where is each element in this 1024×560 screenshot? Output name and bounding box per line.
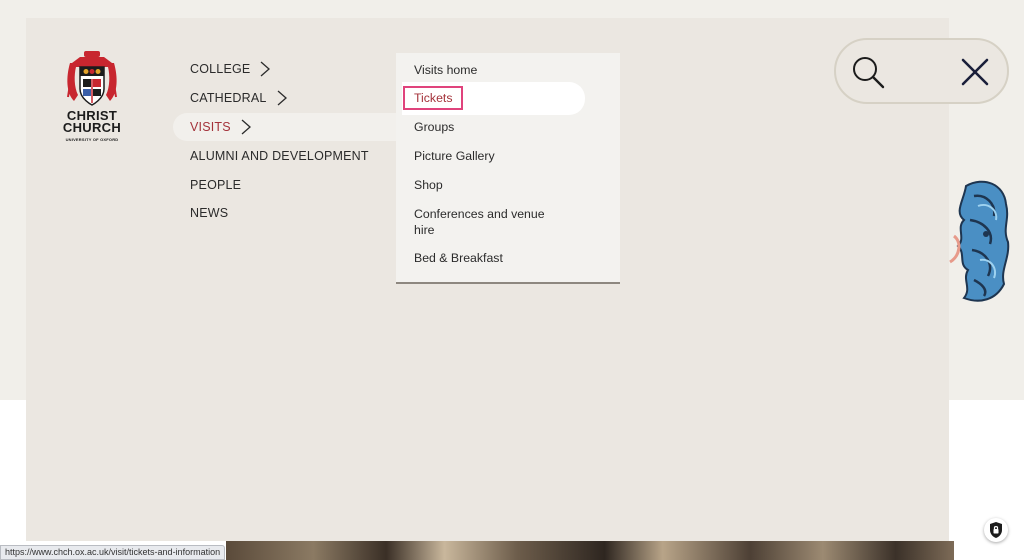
nav-item-alumni-and-development[interactable]: ALUMNI AND DEVELOPMENT xyxy=(173,141,405,170)
logo-wordmark: CHRIST CHURCH xyxy=(58,109,126,135)
submenu-item-conferences-and-venue-hire[interactable]: Conferences and venue hire xyxy=(414,206,564,238)
nav-item-label: CATHEDRAL xyxy=(190,91,267,106)
search-icon[interactable] xyxy=(850,54,886,90)
submenu-item-groups[interactable]: Groups xyxy=(414,119,454,135)
nav-item-news[interactable]: NEWS xyxy=(173,199,405,228)
status-bar-url: https://www.chch.ox.ac.uk/visit/tickets-… xyxy=(0,545,226,560)
hero-photo-strip xyxy=(226,541,954,560)
nav-item-people[interactable]: PEOPLE xyxy=(173,170,405,199)
submenu-item-tickets[interactable]: Tickets xyxy=(403,86,463,110)
utility-controls xyxy=(834,38,1009,104)
lock-shield-icon xyxy=(990,522,1002,538)
nav-item-label: VISITS xyxy=(190,119,231,134)
close-icon[interactable] xyxy=(960,57,990,87)
mega-menu-panel: CHRIST CHURCH UNIVERSITY OF OXFORD COLLE… xyxy=(26,18,949,541)
chevron-right-icon xyxy=(277,90,287,106)
submenu-item-picture-gallery[interactable]: Picture Gallery xyxy=(414,148,495,164)
chevron-right-icon xyxy=(261,61,271,77)
logo-subtitle: UNIVERSITY OF OXFORD xyxy=(65,137,119,142)
primary-navigation: COLLEGE CATHEDRAL VISITS ALUMNI AND DEVE… xyxy=(173,55,405,228)
nav-item-college[interactable]: COLLEGE xyxy=(173,55,405,84)
nav-item-visits[interactable]: VISITS xyxy=(173,112,405,142)
submenu-item-shop[interactable]: Shop xyxy=(414,177,443,193)
nav-item-label: NEWS xyxy=(190,206,229,221)
nav-item-label: COLLEGE xyxy=(190,62,251,77)
chevron-right-icon xyxy=(241,119,251,135)
site-logo[interactable]: CHRIST CHURCH UNIVERSITY OF OXFORD xyxy=(58,51,126,149)
submenu-item-bed-and-breakfast[interactable]: Bed & Breakfast xyxy=(414,250,503,266)
nav-item-label: ALUMNI AND DEVELOPMENT xyxy=(190,148,369,163)
crest-icon xyxy=(67,51,117,106)
submenu-item-visits-home[interactable]: Visits home xyxy=(414,62,477,78)
nav-item-label: PEOPLE xyxy=(190,177,242,192)
visits-submenu: Visits home Tickets Groups Picture Galle… xyxy=(396,53,620,284)
nav-item-cathedral[interactable]: CATHEDRAL xyxy=(173,84,405,113)
accessibility-badge[interactable] xyxy=(984,518,1008,542)
logo-line-2: CHURCH xyxy=(62,120,122,135)
decorative-lion-icon xyxy=(949,180,1010,302)
